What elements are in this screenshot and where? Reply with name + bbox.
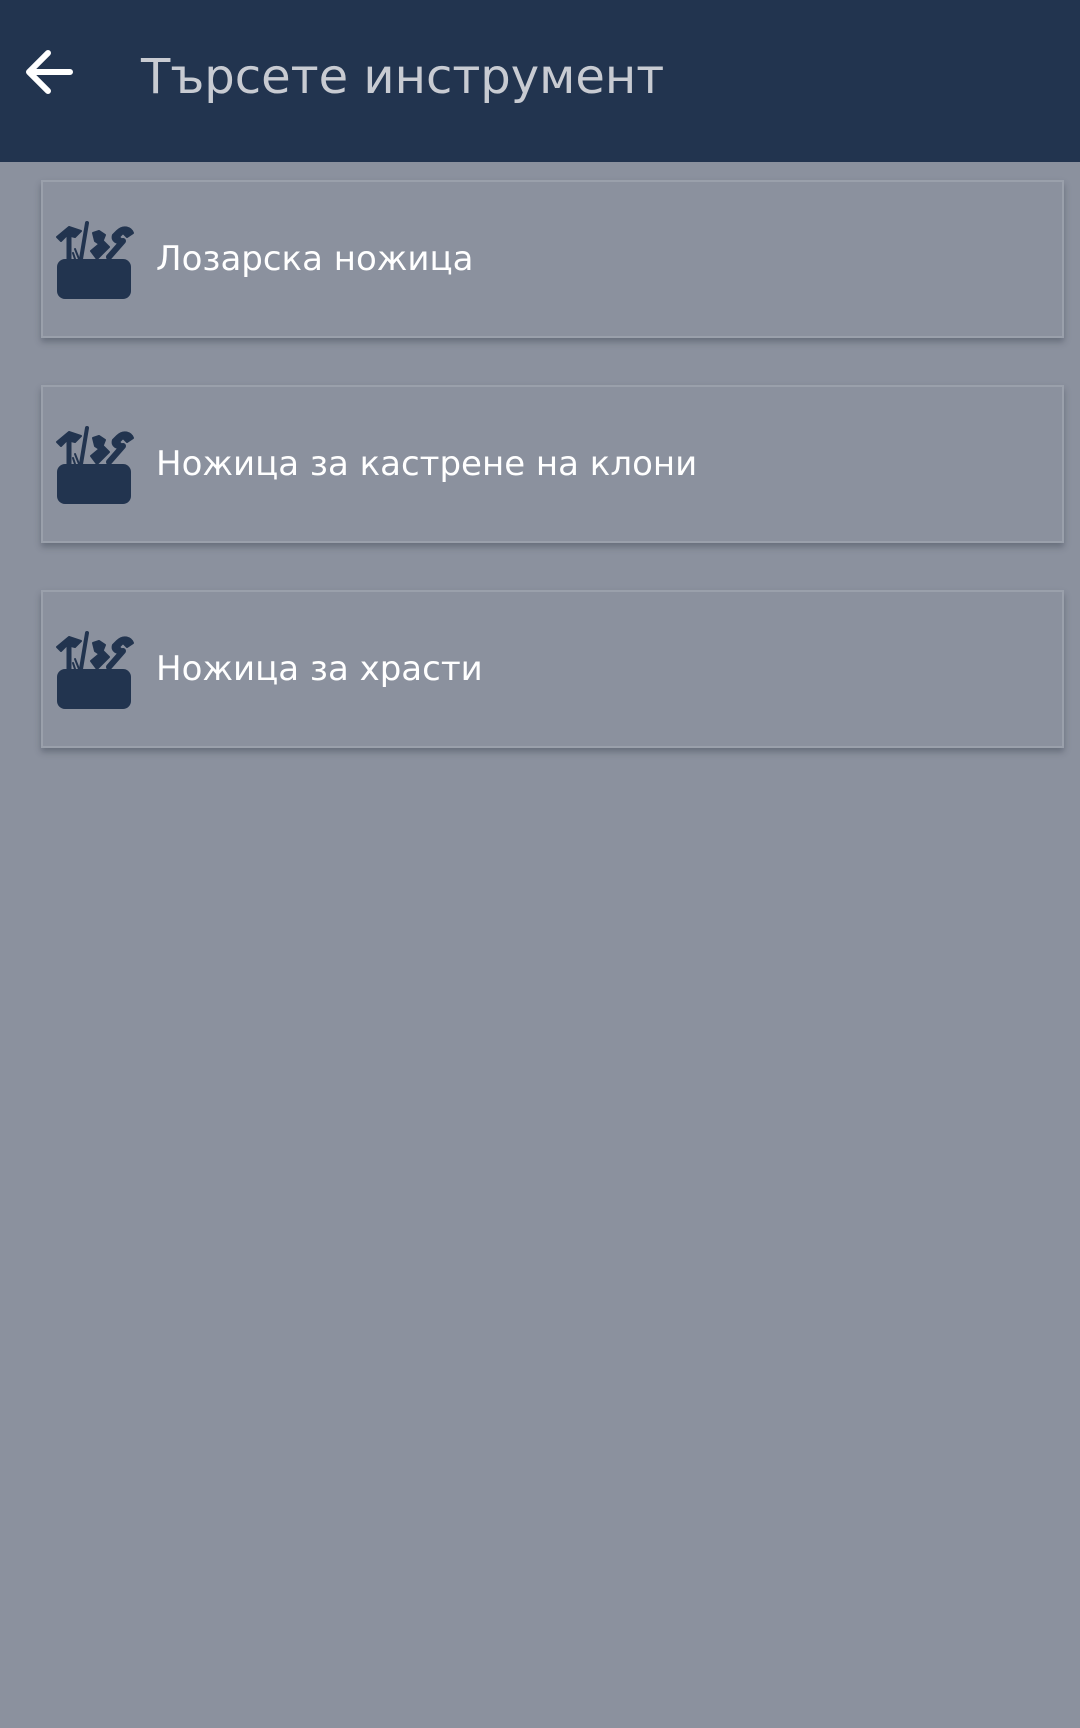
app-bar: Търсете инструмент: [0, 0, 1080, 162]
arrow-left-icon: [26, 50, 73, 94]
toolbox-icon: [51, 219, 135, 303]
list-item[interactable]: Ножица за храсти: [41, 590, 1064, 748]
page-title: Търсете инструмент: [141, 49, 665, 105]
list-item-label: Ножица за храсти: [156, 649, 483, 689]
toolbox-icon: [51, 629, 135, 713]
list-item-label: Лозарска ножица: [156, 239, 474, 279]
list-item-label: Ножица за кастрене на клони: [156, 444, 698, 484]
list-item[interactable]: Лозарска ножица: [41, 180, 1064, 338]
toolbox-icon: [51, 424, 135, 508]
back-button[interactable]: [18, 40, 82, 104]
list-item[interactable]: Ножица за кастрене на клони: [41, 385, 1064, 543]
